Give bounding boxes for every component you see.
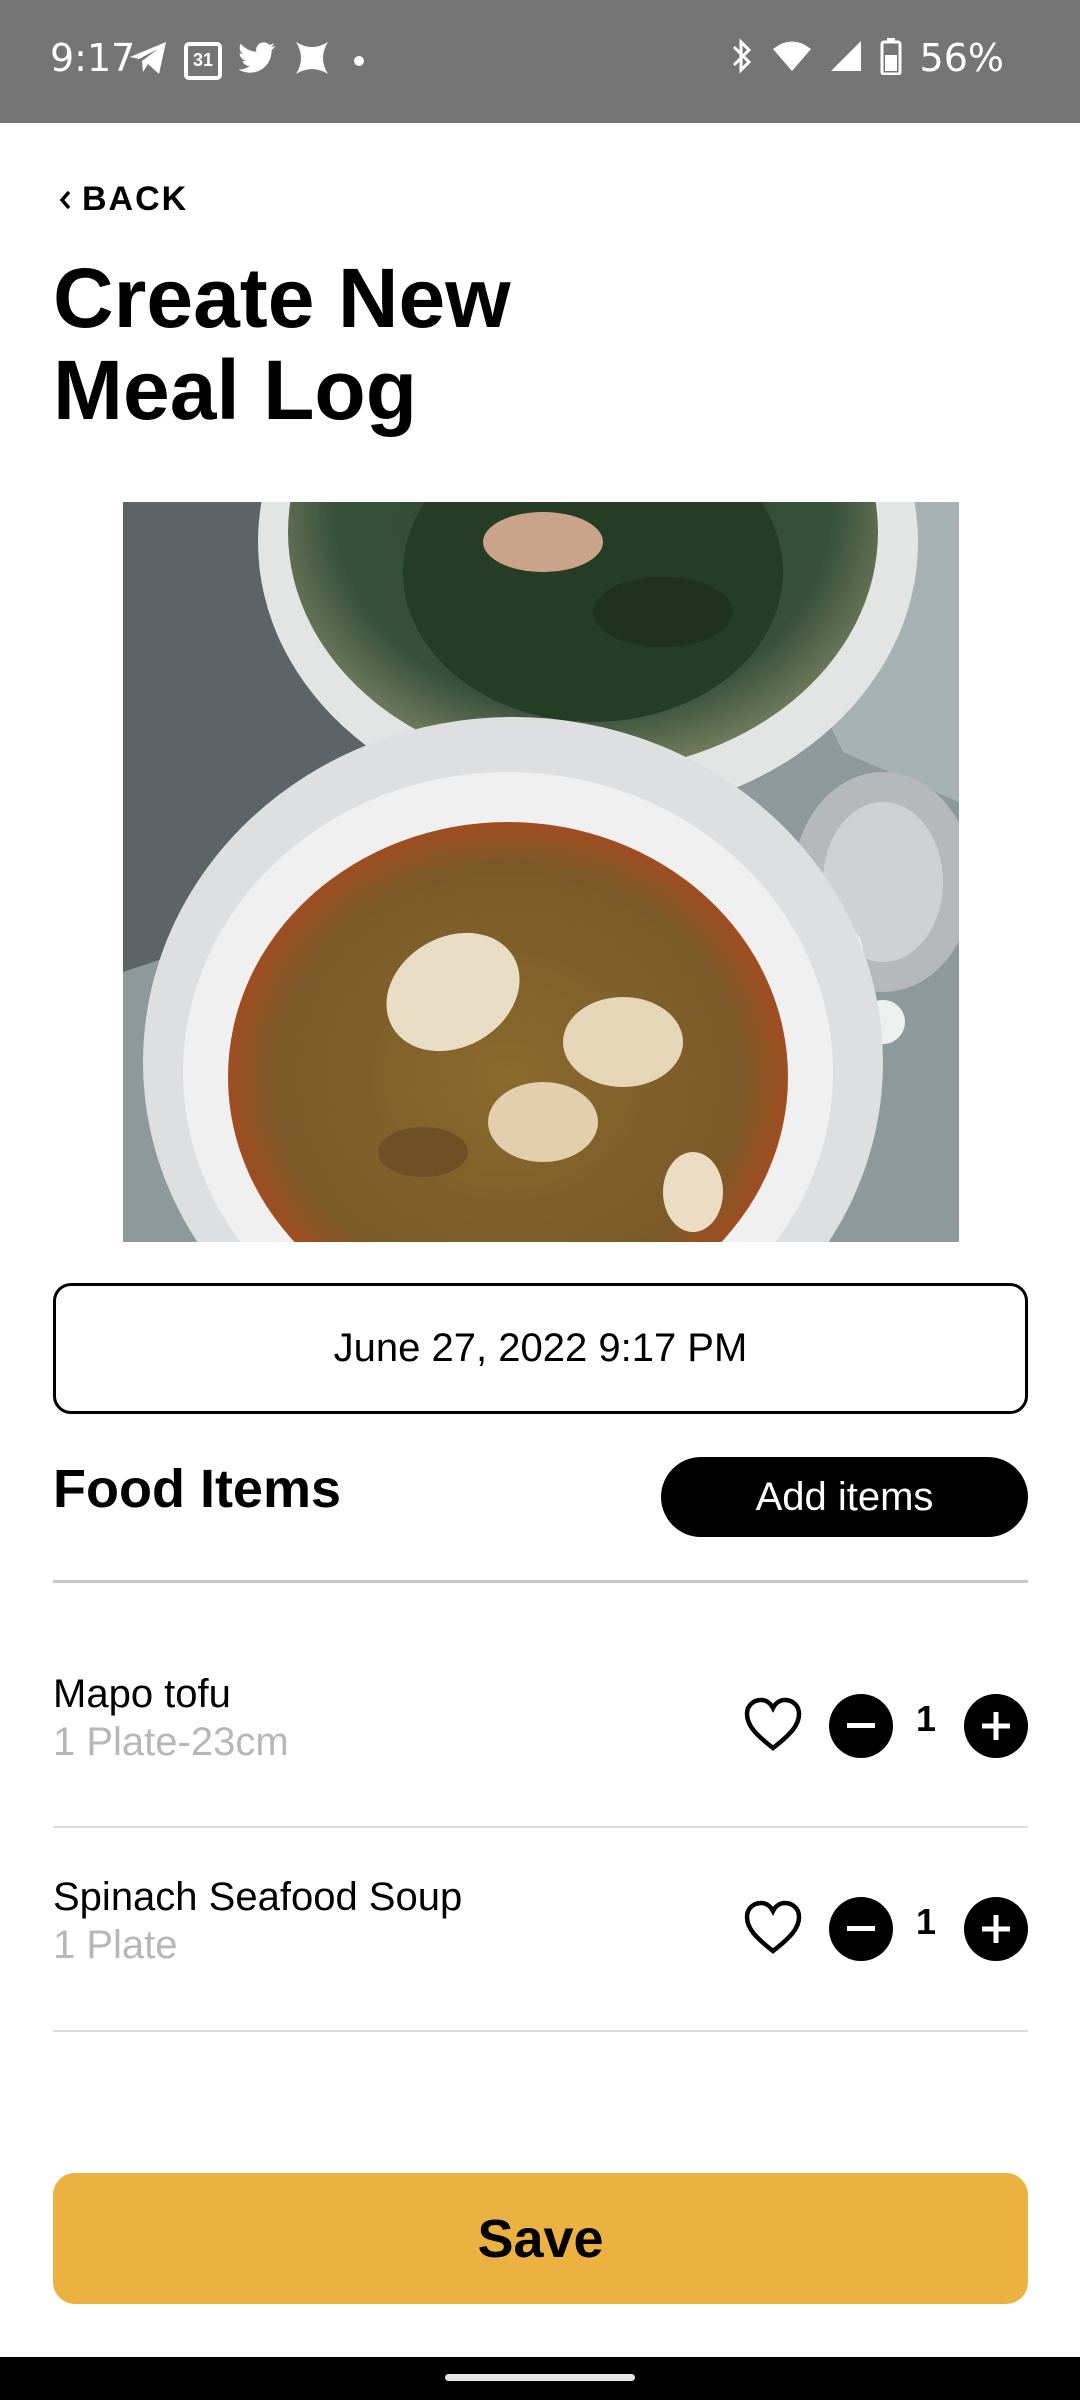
status-right-icons: 56% — [730, 36, 1004, 80]
row-divider — [53, 2030, 1028, 2032]
telegram-icon — [128, 40, 168, 81]
increase-quantity-button[interactable] — [964, 1897, 1028, 1961]
app-x-icon — [292, 38, 332, 83]
calendar-icon: 31 — [184, 41, 222, 80]
back-button[interactable]: BACK — [58, 180, 188, 219]
status-bar: 9:17 31 56% — [0, 0, 1080, 123]
wifi-icon — [772, 40, 812, 77]
twitter-icon — [238, 42, 276, 79]
section-divider — [53, 1580, 1028, 1583]
page-title: Create New Meal Log — [53, 251, 511, 437]
save-button[interactable]: Save — [53, 2173, 1028, 2304]
heart-icon[interactable] — [743, 1696, 803, 1752]
minus-icon — [847, 1723, 875, 1728]
food-item-row[interactable]: Spinach Seafood Soup 1 Plate 1 — [53, 1875, 1028, 1985]
bluetooth-icon — [730, 37, 754, 80]
quantity-value: 1 — [915, 1698, 937, 1739]
quantity-value: 1 — [915, 1901, 937, 1942]
status-left-icons: 31 — [128, 38, 364, 83]
home-gesture-handle[interactable] — [445, 2374, 635, 2381]
meal-photo[interactable] — [123, 502, 959, 1242]
row-divider — [53, 1826, 1028, 1828]
food-item-row[interactable]: Mapo tofu 1 Plate-23cm 1 — [53, 1672, 1028, 1782]
food-item-portion: 1 Plate — [53, 1923, 178, 1967]
status-time: 9:17 — [50, 36, 136, 80]
food-item-portion: 1 Plate-23cm — [53, 1720, 289, 1764]
back-label: BACK — [82, 180, 189, 218]
notification-dot — [354, 55, 364, 66]
plus-icon — [982, 1915, 1010, 1943]
decrease-quantity-button[interactable] — [829, 1897, 893, 1961]
heart-icon[interactable] — [743, 1899, 803, 1955]
battery-icon — [880, 37, 902, 80]
food-item-name: Mapo tofu — [53, 1672, 231, 1716]
plus-icon — [982, 1712, 1010, 1740]
date-time-field[interactable]: June 27, 2022 9:17 PM — [53, 1283, 1028, 1414]
minus-icon — [847, 1926, 875, 1931]
food-items-heading: Food Items — [53, 1459, 342, 1519]
signal-icon — [830, 40, 862, 77]
navigation-bar — [0, 2357, 1080, 2400]
food-item-name: Spinach Seafood Soup — [53, 1875, 463, 1919]
add-items-button[interactable]: Add items — [661, 1457, 1028, 1537]
decrease-quantity-button[interactable] — [829, 1694, 893, 1758]
increase-quantity-button[interactable] — [964, 1694, 1028, 1758]
chevron-left-icon — [58, 189, 72, 211]
battery-percentage: 56% — [919, 36, 1004, 80]
